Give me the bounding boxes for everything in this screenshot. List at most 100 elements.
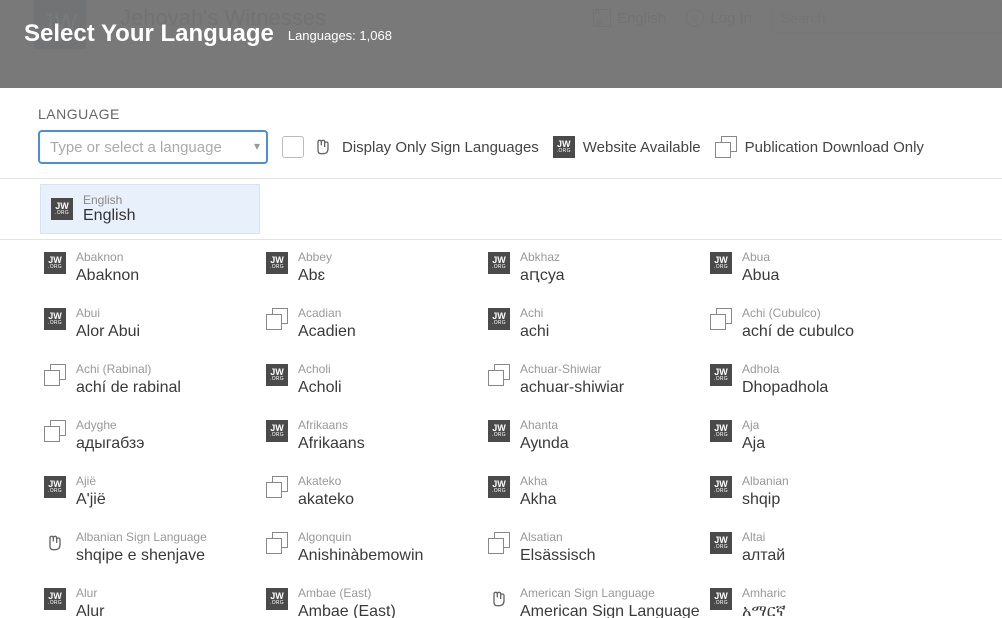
language-native: Afrikaans [298, 434, 365, 454]
jworg-icon: JW.ORG [266, 252, 288, 274]
modal-header: Select Your Language Languages: 1,068 [0, 0, 1002, 88]
checkbox-icon[interactable] [282, 136, 304, 158]
language-roman: Achuar-Shiwiar [520, 362, 624, 376]
language-native: achi [520, 322, 549, 342]
language-item[interactable]: JW.ORGAkhaAkha [484, 468, 704, 516]
language-item[interactable]: JW.ORG Abaknon Abaknon [40, 244, 260, 292]
language-item[interactable]: JW.ORGAbuaAbua [706, 244, 926, 292]
language-item[interactable]: JW.ORG Altai алтай [706, 524, 926, 572]
language-native: Akha [520, 490, 556, 510]
language-item[interactable]: JW.ORG Ahanta Ayɩnda [484, 412, 704, 460]
language-roman: Amharic [742, 586, 786, 600]
language-item[interactable]: JW.ORGAmharicአማርኛ [706, 580, 926, 618]
language-native: achuar-shiwiar [520, 378, 624, 398]
language-roman: Alsatian [520, 530, 596, 544]
language-roman: Achi (Cubulco) [742, 306, 854, 320]
language-roman: Algonquin [298, 530, 423, 544]
sign-language-toggle[interactable]: Display Only Sign Languages [282, 136, 539, 158]
language-count: Languages: 1,068 [288, 28, 392, 43]
language-native: Anishinàbemowin [298, 546, 423, 566]
jworg-icon: JW.ORG [710, 252, 732, 274]
language-item[interactable]: JW.ORGAfrikaansAfrikaans [262, 412, 482, 460]
language-item[interactable]: Akatekoakateko [262, 468, 482, 516]
language-item[interactable]: JW.ORGAlurAlur [40, 580, 260, 618]
jworg-icon: JW.ORG [51, 198, 73, 220]
language-native: achí de cubulco [742, 322, 854, 342]
language-roman: Abaknon [76, 250, 139, 264]
jworg-icon: JW.ORG [44, 308, 66, 330]
language-native: Acholi [298, 378, 342, 398]
jworg-icon: JW.ORG [710, 364, 732, 386]
publication-only-indicator: Publication Download Only [715, 136, 924, 158]
language-roman: Aja [742, 418, 765, 432]
language-native: Ayɩnda [520, 434, 569, 454]
language-item[interactable]: JW.ORGAbkhazаԥсуа [484, 244, 704, 292]
language-native: аԥсуа [520, 266, 565, 286]
jworg-icon: JW.ORG [710, 588, 732, 610]
language-roman: Ajië [76, 474, 106, 488]
language-roman: Abkhaz [520, 250, 565, 264]
language-item[interactable]: JW.ORGAbbeyAbɛ [262, 244, 482, 292]
language-roman: Alur [76, 586, 104, 600]
publication-icon [266, 476, 288, 498]
language-item[interactable]: JW.ORGAchiachi [484, 300, 704, 348]
language-item[interactable]: Albanian Sign Language shqipe e shenjave [40, 524, 260, 572]
publication-icon [710, 308, 732, 330]
divider [0, 178, 1002, 179]
language-native: achí de rabinal [76, 378, 181, 398]
language-native: Aja [742, 434, 765, 454]
language-input[interactable] [38, 130, 268, 164]
language-grid: JW.ORGAbaknonAbaknonJW.ORGAbbeyAbɛJW.ORG… [40, 244, 1002, 618]
language-combobox[interactable]: ▾ [38, 130, 268, 164]
jworg-icon: JW.ORG [44, 252, 66, 274]
jworg-icon: JW.ORG [710, 532, 732, 554]
language-item[interactable]: JW.ORG Ajië A'jië [40, 468, 260, 516]
language-roman: Altai [742, 530, 785, 544]
language-item[interactable]: JW.ORGAdholaDhopadhola [706, 356, 926, 404]
language-item[interactable]: Achi (Cubulco) achí de cubulco [706, 300, 926, 348]
language-native: Abaknon [76, 266, 139, 286]
jworg-icon: JW.ORG [44, 476, 66, 498]
publication-icon [44, 420, 66, 442]
language-roman: Abbey [298, 250, 332, 264]
language-item[interactable]: Alsatian Elsässisch [484, 524, 704, 572]
language-native: shqipe e shenjave [76, 546, 207, 566]
language-native: Ambae (East) [298, 602, 396, 618]
language-item[interactable]: JW.ORGAlbanianshqip [706, 468, 926, 516]
language-roman: Albanian [742, 474, 789, 488]
chevron-down-icon: ▾ [254, 139, 260, 153]
sign-toggle-label: Display Only Sign Languages [342, 139, 539, 156]
publication-icon [266, 308, 288, 330]
language-roman: Ambae (East) [298, 586, 396, 600]
jworg-icon: JW.ORG [44, 588, 66, 610]
language-item[interactable]: AcadianAcadien [262, 300, 482, 348]
language-item[interactable]: American Sign LanguageAmerican Sign Lang… [484, 580, 704, 618]
selected-native: English [83, 207, 135, 225]
language-native: American Sign Language [520, 602, 700, 618]
controls-row: ▾ Display Only Sign Languages JW.ORG Web… [0, 130, 1002, 178]
modal-title: Select Your Language [24, 20, 274, 48]
language-native: Elsässisch [520, 546, 596, 566]
language-native: shqip [742, 490, 789, 510]
language-item[interactable]: JW.ORGAmbae (East)Ambae (East) [262, 580, 482, 618]
language-item[interactable]: Achi (Rabinal)achí de rabinal [40, 356, 260, 404]
publication-icon [266, 532, 288, 554]
language-roman: Afrikaans [298, 418, 365, 432]
language-native: Abua [742, 266, 779, 286]
selected-language[interactable]: JW.ORG English English [40, 184, 260, 234]
jworg-icon: JW.ORG [488, 420, 510, 442]
selected-roman: English [83, 193, 135, 207]
language-roman: Akha [520, 474, 556, 488]
language-roman: Ahanta [520, 418, 569, 432]
language-item[interactable]: Algonquin Anishinàbemowin [262, 524, 482, 572]
language-native: алтай [742, 546, 785, 566]
language-item[interactable]: Achuar-Shiwiar achuar-shiwiar [484, 356, 704, 404]
jworg-icon: JW.ORG [488, 308, 510, 330]
language-roman: Albanian Sign Language [76, 530, 207, 544]
language-native: A'jië [76, 490, 106, 510]
language-item[interactable]: Adygheадыгабзэ [40, 412, 260, 460]
language-item[interactable]: JW.ORGAcholiAcholi [262, 356, 482, 404]
language-item[interactable]: JW.ORGAbuiAlor Abui [40, 300, 260, 348]
language-item[interactable]: JW.ORGAjaAja [706, 412, 926, 460]
language-native: Dhopadhola [742, 378, 828, 398]
